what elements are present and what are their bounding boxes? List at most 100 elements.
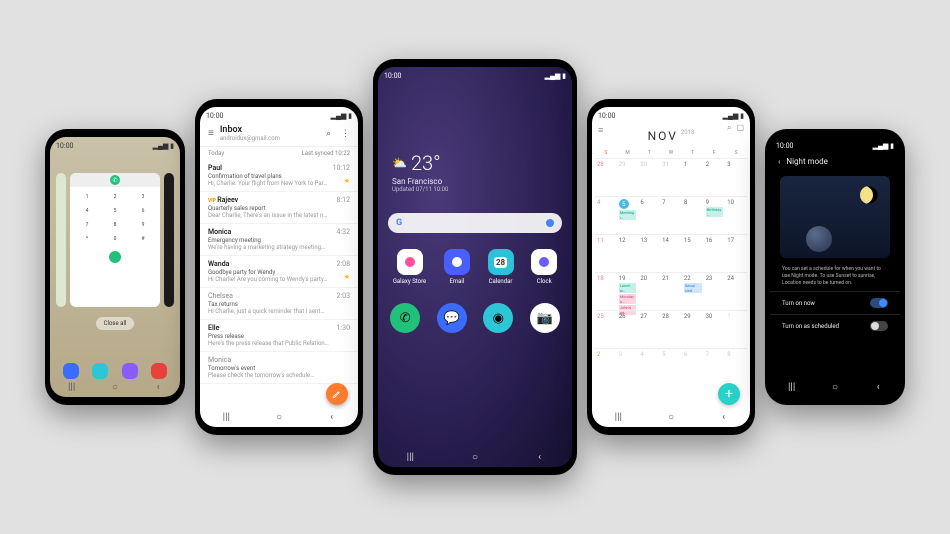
mail-item[interactable]: Rajeev8:12Quarterly sales reportDear Cha…: [200, 192, 358, 224]
dock-browser[interactable]: ◉: [483, 303, 513, 333]
recent-apps[interactable]: ✆ 123456789*0#: [50, 151, 180, 311]
toggle-on-now[interactable]: [870, 298, 888, 308]
calendar-cell[interactable]: 31: [660, 158, 682, 196]
event-chip[interactable]: Birthday …: [706, 207, 724, 217]
nav-back[interactable]: ‹: [717, 412, 731, 423]
calendar-cell[interactable]: 29: [682, 310, 704, 348]
nav-back[interactable]: ‹: [533, 452, 547, 463]
search-icon[interactable]: ⌕: [727, 123, 731, 133]
close-all-button[interactable]: Close all: [96, 317, 135, 330]
dock-phone[interactable]: ✆: [390, 303, 420, 333]
nav-back[interactable]: ‹: [871, 382, 885, 393]
mail-item[interactable]: Monica4:32Emergency meetingWe're having …: [200, 224, 358, 256]
dock-messages[interactable]: 💬: [437, 303, 467, 333]
calendar-cell[interactable]: 19Lunch w…Monday a…John's pa…: [617, 272, 639, 310]
voice-search-icon[interactable]: [546, 219, 554, 227]
dial-keypad[interactable]: 123456789*0#: [70, 187, 160, 249]
key-1[interactable]: 1: [74, 191, 100, 203]
nav-bar[interactable]: ||| ○ ‹: [200, 410, 358, 424]
calendar-cell[interactable]: 4: [595, 196, 617, 234]
calendar-cell[interactable]: 20: [638, 272, 660, 310]
add-event-button[interactable]: +: [718, 383, 740, 405]
calendar-cell[interactable]: 6: [682, 348, 704, 386]
compose-button[interactable]: [326, 383, 348, 405]
dock-app[interactable]: [122, 363, 138, 379]
mail-item[interactable]: Paul10:12Confirmation of travel plansHi,…: [200, 160, 358, 192]
recent-card-left[interactable]: [56, 173, 66, 307]
dock-app[interactable]: [92, 363, 108, 379]
calendar-cell[interactable]: 15: [682, 234, 704, 272]
nav-home[interactable]: ○: [272, 412, 286, 423]
calendar-cell[interactable]: 1: [725, 310, 747, 348]
recent-card-right[interactable]: [164, 173, 174, 307]
dial-button[interactable]: [109, 251, 121, 263]
calendar-cell[interactable]: 2: [595, 348, 617, 386]
more-icon[interactable]: ⋮: [341, 129, 350, 139]
dock-app[interactable]: [151, 363, 167, 379]
event-chip[interactable]: Lunch w…: [619, 283, 637, 293]
nav-home[interactable]: ○: [468, 452, 482, 463]
nav-home[interactable]: ○: [664, 412, 678, 423]
calendar-cell[interactable]: 5Meeting r…: [617, 196, 639, 234]
star-icon[interactable]: ★: [344, 273, 350, 281]
app-email[interactable]: Email: [444, 249, 470, 285]
nav-bar[interactable]: ||| ○ ‹: [378, 450, 572, 464]
calendar-cell[interactable]: 2: [704, 158, 726, 196]
today-icon[interactable]: ▢: [736, 123, 744, 133]
calendar-cell[interactable]: 12: [617, 234, 639, 272]
nav-home[interactable]: ○: [828, 382, 842, 393]
calendar-cell[interactable]: 24: [725, 272, 747, 310]
event-chip[interactable]: Seoul visit: [684, 283, 702, 293]
turn-on-now-row[interactable]: Turn on now: [770, 291, 900, 314]
menu-icon[interactable]: ≡: [598, 125, 603, 136]
key-*[interactable]: *: [74, 233, 100, 245]
mail-item[interactable]: Elle1:30Press releaseHere's the press re…: [200, 320, 358, 352]
calendar-cell[interactable]: 7: [660, 196, 682, 234]
weather-widget[interactable]: ⛅ 23° San Francisco Updated 07/11 10:00: [378, 81, 572, 193]
calendar-cell[interactable]: 28: [595, 158, 617, 196]
mail-item[interactable]: MonicaTomorrow's eventPlease check the t…: [200, 352, 358, 384]
calendar-cell[interactable]: 17: [725, 234, 747, 272]
nav-bar[interactable]: ||| ○ ‹: [592, 410, 750, 424]
calendar-cell[interactable]: 27: [638, 310, 660, 348]
calendar-cell[interactable]: 21: [660, 272, 682, 310]
calendar-cell[interactable]: 30: [638, 158, 660, 196]
key-7[interactable]: 7: [74, 219, 100, 231]
calendar-cell[interactable]: 28: [660, 310, 682, 348]
calendar-cell[interactable]: 3: [617, 348, 639, 386]
nav-back[interactable]: ‹: [325, 412, 339, 423]
calendar-cell[interactable]: 13: [638, 234, 660, 272]
key-#[interactable]: #: [130, 233, 156, 245]
calendar-cell[interactable]: 8: [725, 348, 747, 386]
key-8[interactable]: 8: [102, 219, 128, 231]
calendar-cell[interactable]: 5: [660, 348, 682, 386]
nav-recents[interactable]: |||: [611, 412, 625, 423]
calendar-grid[interactable]: 2829303112345Meeting r…6789Birthday …101…: [592, 158, 750, 386]
calendar-cell[interactable]: 6: [638, 196, 660, 234]
search-icon[interactable]: ⌕: [326, 129, 331, 139]
nav-recents[interactable]: |||: [219, 412, 233, 423]
calendar-cell[interactable]: 29: [617, 158, 639, 196]
toggle-scheduled[interactable]: [870, 321, 888, 331]
menu-icon[interactable]: ≡: [208, 128, 214, 139]
calendar-cell[interactable]: 7: [704, 348, 726, 386]
nav-recents[interactable]: |||: [403, 452, 417, 463]
calendar-cell[interactable]: 18: [595, 272, 617, 310]
key-5[interactable]: 5: [102, 205, 128, 217]
recent-card-dialer[interactable]: ✆ 123456789*0#: [70, 173, 160, 307]
nav-recents[interactable]: |||: [785, 382, 799, 393]
calendar-cell[interactable]: 8: [682, 196, 704, 234]
key-6[interactable]: 6: [130, 205, 156, 217]
key-0[interactable]: 0: [102, 233, 128, 245]
mail-item[interactable]: Chelsea2:03Tax returnsHi Charlie, just a…: [200, 288, 358, 320]
turn-on-scheduled-row[interactable]: Turn on as scheduled: [770, 314, 900, 337]
nav-recents[interactable]: |||: [65, 382, 79, 393]
calendar-cell[interactable]: 4: [638, 348, 660, 386]
key-9[interactable]: 9: [130, 219, 156, 231]
app-clock[interactable]: Clock: [531, 249, 557, 285]
calendar-cell[interactable]: 9Birthday …: [704, 196, 726, 234]
event-chip[interactable]: Monday a…: [619, 294, 637, 304]
calendar-cell[interactable]: 26: [617, 310, 639, 348]
mail-item[interactable]: Wanda2:08Goodbye party for WendyHi Charl…: [200, 256, 358, 288]
google-search-bar[interactable]: G: [388, 213, 562, 233]
